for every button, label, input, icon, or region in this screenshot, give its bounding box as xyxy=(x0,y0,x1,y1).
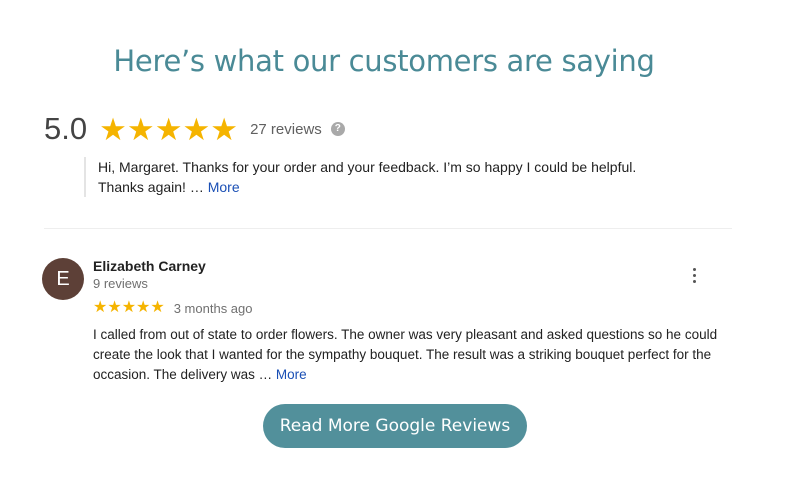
help-icon[interactable]: ? xyxy=(330,122,345,136)
review-date: 3 months ago xyxy=(173,300,253,316)
menu-dot xyxy=(692,267,696,271)
reviewer-review-count: 9 reviews xyxy=(93,276,148,291)
average-stars: ★★★★★ xyxy=(99,111,239,147)
avatar[interactable]: E xyxy=(42,258,84,300)
owner-reply: Hi, Margaret. Thanks for your order and … xyxy=(84,157,678,197)
review-text: I called from out of state to order flow… xyxy=(93,327,718,382)
average-rating: 5.0 xyxy=(44,111,88,146)
menu-dot xyxy=(692,273,696,277)
review-stars: ★★★★★ xyxy=(93,299,165,316)
reviewer-name[interactable]: Elizabeth Carney xyxy=(93,258,206,274)
review-meta: ★★★★★ 3 months ago xyxy=(93,300,253,316)
divider xyxy=(44,228,732,229)
owner-reply-more-link[interactable]: More xyxy=(208,179,240,195)
more-vert-icon[interactable] xyxy=(684,265,704,285)
menu-dot xyxy=(692,279,696,283)
read-more-reviews-button[interactable]: Read More Google Reviews xyxy=(263,404,527,448)
review-body: I called from out of state to order flow… xyxy=(93,325,743,385)
total-review-count[interactable]: 27 reviews xyxy=(250,121,322,138)
owner-reply-text: Hi, Margaret. Thanks for your order and … xyxy=(98,159,637,195)
rating-summary: 5.0 ★★★★★ 27 reviews ? xyxy=(44,106,345,152)
section-heading: Here’s what our customers are saying xyxy=(113,44,655,78)
review-more-link[interactable]: More xyxy=(276,367,307,382)
